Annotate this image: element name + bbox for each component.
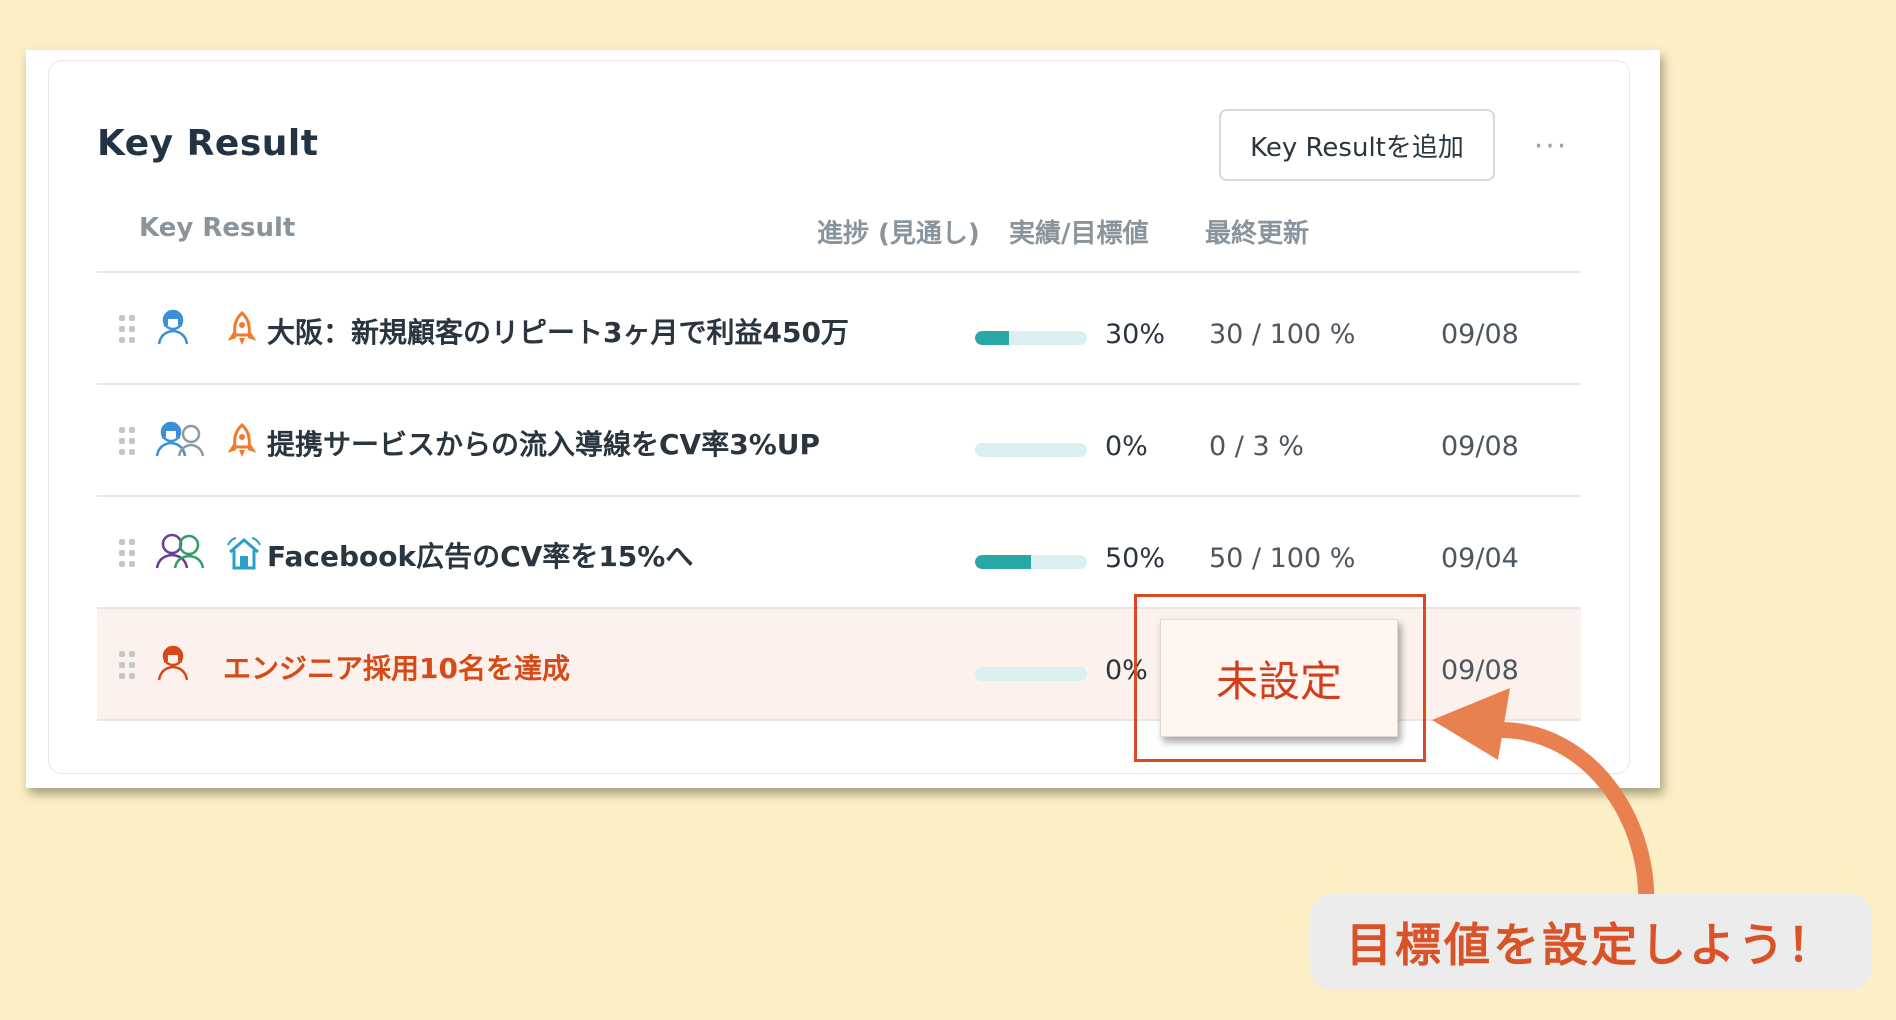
- header-key-result: Key Result: [139, 213, 296, 243]
- table-row[interactable]: 提携サービスからの流入導線をCV率3%UP 0% 0 / 3 % 09/08: [97, 385, 1581, 497]
- header-progress: 進捗 (見通し): [817, 219, 980, 249]
- last-updated-date: 09/08: [1441, 319, 1519, 350]
- group-avatar-icon: [155, 533, 205, 569]
- header-actual-target: 実績/目標値: [1009, 219, 1149, 249]
- key-result-title[interactable]: Facebook広告のCV率を15%へ: [267, 535, 693, 575]
- key-result-title[interactable]: 大阪：新規顧客のリピート3ヶ月で利益450万: [267, 311, 849, 351]
- table-row[interactable]: 大阪：新規顧客のリピート3ヶ月で利益450万 30% 30 / 100 % 09…: [97, 273, 1581, 385]
- drag-handle-icon[interactable]: [119, 315, 139, 345]
- rocket-icon: [227, 311, 257, 345]
- actual-target-value[interactable]: 50 / 100 %: [1209, 543, 1355, 574]
- progress-bar: [975, 443, 1087, 457]
- progress-bar: [975, 667, 1087, 681]
- key-result-title[interactable]: 提携サービスからの流入導線をCV率3%UP: [267, 423, 820, 463]
- user-avatar-icon: [157, 309, 189, 345]
- card-title: Key Result: [97, 123, 319, 164]
- unset-target-value[interactable]: 未設定: [1160, 619, 1398, 737]
- house-icon: [227, 537, 261, 570]
- last-updated-date: 09/04: [1441, 543, 1519, 574]
- callout-label: 目標値を設定しよう！: [1310, 894, 1872, 990]
- user-avatar-icon: [157, 645, 189, 681]
- more-options-icon: ···: [1533, 128, 1569, 164]
- rocket-icon: [227, 423, 257, 457]
- progress-percent: 50%: [1105, 543, 1166, 574]
- drag-handle-icon[interactable]: [119, 539, 139, 569]
- team-avatar-icon: [155, 421, 205, 457]
- header-last-updated: 最終更新: [1205, 219, 1310, 249]
- progress-percent: 30%: [1105, 319, 1166, 350]
- table-row[interactable]: Facebook広告のCV率を15%へ 50% 50 / 100 % 09/04: [97, 497, 1581, 609]
- progress-percent: 0%: [1105, 431, 1148, 462]
- drag-handle-icon[interactable]: [119, 427, 139, 457]
- key-result-title[interactable]: エンジニア採用10名を達成: [223, 647, 570, 687]
- actual-target-value[interactable]: 30 / 100 %: [1209, 319, 1355, 350]
- last-updated-date: 09/08: [1441, 431, 1519, 462]
- add-key-result-button[interactable]: Key Resultを追加: [1219, 109, 1495, 181]
- progress-bar: [975, 555, 1087, 569]
- actual-target-value[interactable]: 0 / 3 %: [1209, 431, 1304, 462]
- progress-fill: [975, 331, 1009, 345]
- progress-fill: [975, 555, 1031, 569]
- last-updated-date: 09/08: [1441, 655, 1519, 686]
- more-options-button[interactable]: ···: [1521, 121, 1581, 171]
- drag-handle-icon[interactable]: [119, 651, 139, 681]
- progress-bar: [975, 331, 1087, 345]
